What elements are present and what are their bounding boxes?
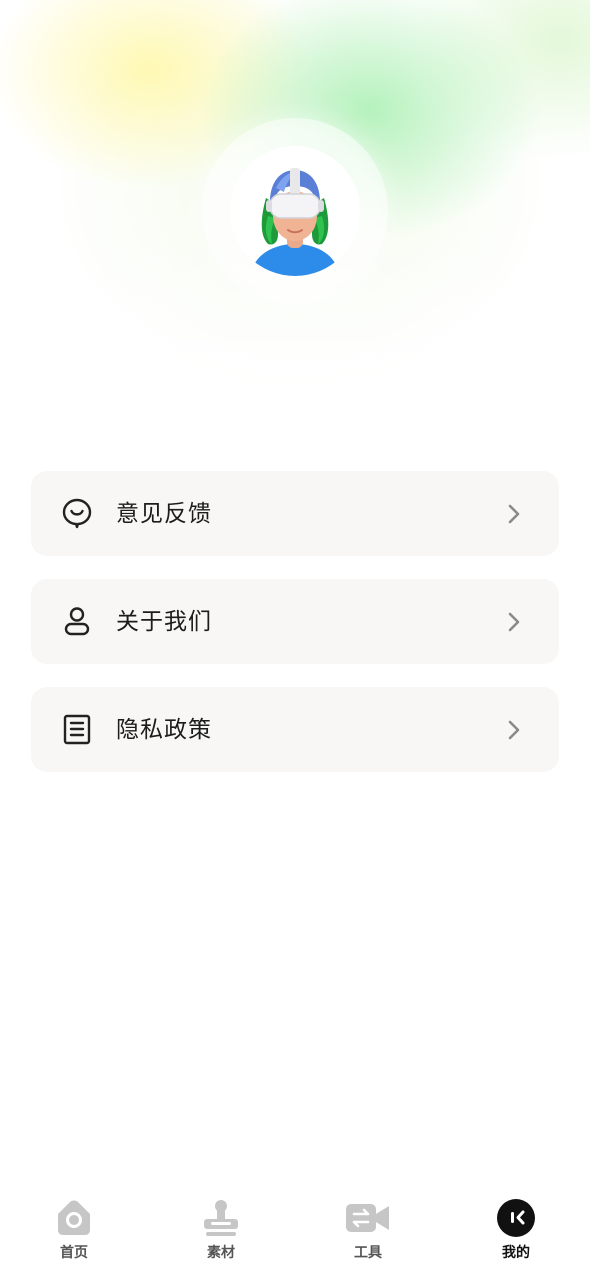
tab-tools[interactable]: 工具	[318, 1198, 418, 1274]
feedback-icon	[62, 498, 92, 529]
menu-item-label: 关于我们	[116, 609, 212, 635]
chevron-right-icon	[508, 504, 520, 524]
tab-home[interactable]: 首页	[24, 1198, 124, 1274]
user-icon	[64, 607, 90, 636]
tab-materials[interactable]: 素材	[171, 1198, 271, 1274]
menu-item-label: 隐私政策	[116, 717, 212, 743]
tab-label: 我的	[502, 1245, 530, 1261]
vr-headset-avatar-icon	[250, 168, 340, 276]
avatar[interactable]	[230, 146, 360, 276]
chevron-right-icon	[508, 720, 520, 740]
document-icon	[63, 714, 91, 745]
tab-label: 首页	[60, 1245, 88, 1261]
bottom-tab-bar: 首页 素材 工具 我的	[0, 1190, 590, 1280]
home-icon	[58, 1200, 90, 1235]
menu-item-privacy-policy[interactable]: 隐私政策	[31, 687, 559, 772]
settings-menu: 意见反馈 关于我们 隐私政策	[31, 471, 559, 795]
stamp-icon	[204, 1200, 238, 1236]
menu-item-label: 意见反馈	[116, 501, 212, 527]
menu-item-feedback[interactable]: 意见反馈	[31, 471, 559, 556]
menu-item-about-us[interactable]: 关于我们	[31, 579, 559, 664]
video-camera-icon	[346, 1204, 389, 1232]
tab-label: 工具	[354, 1245, 382, 1261]
profile-face-icon	[497, 1199, 535, 1237]
tab-label: 素材	[207, 1245, 235, 1261]
chevron-right-icon	[508, 612, 520, 632]
tab-mine[interactable]: 我的	[466, 1198, 566, 1274]
